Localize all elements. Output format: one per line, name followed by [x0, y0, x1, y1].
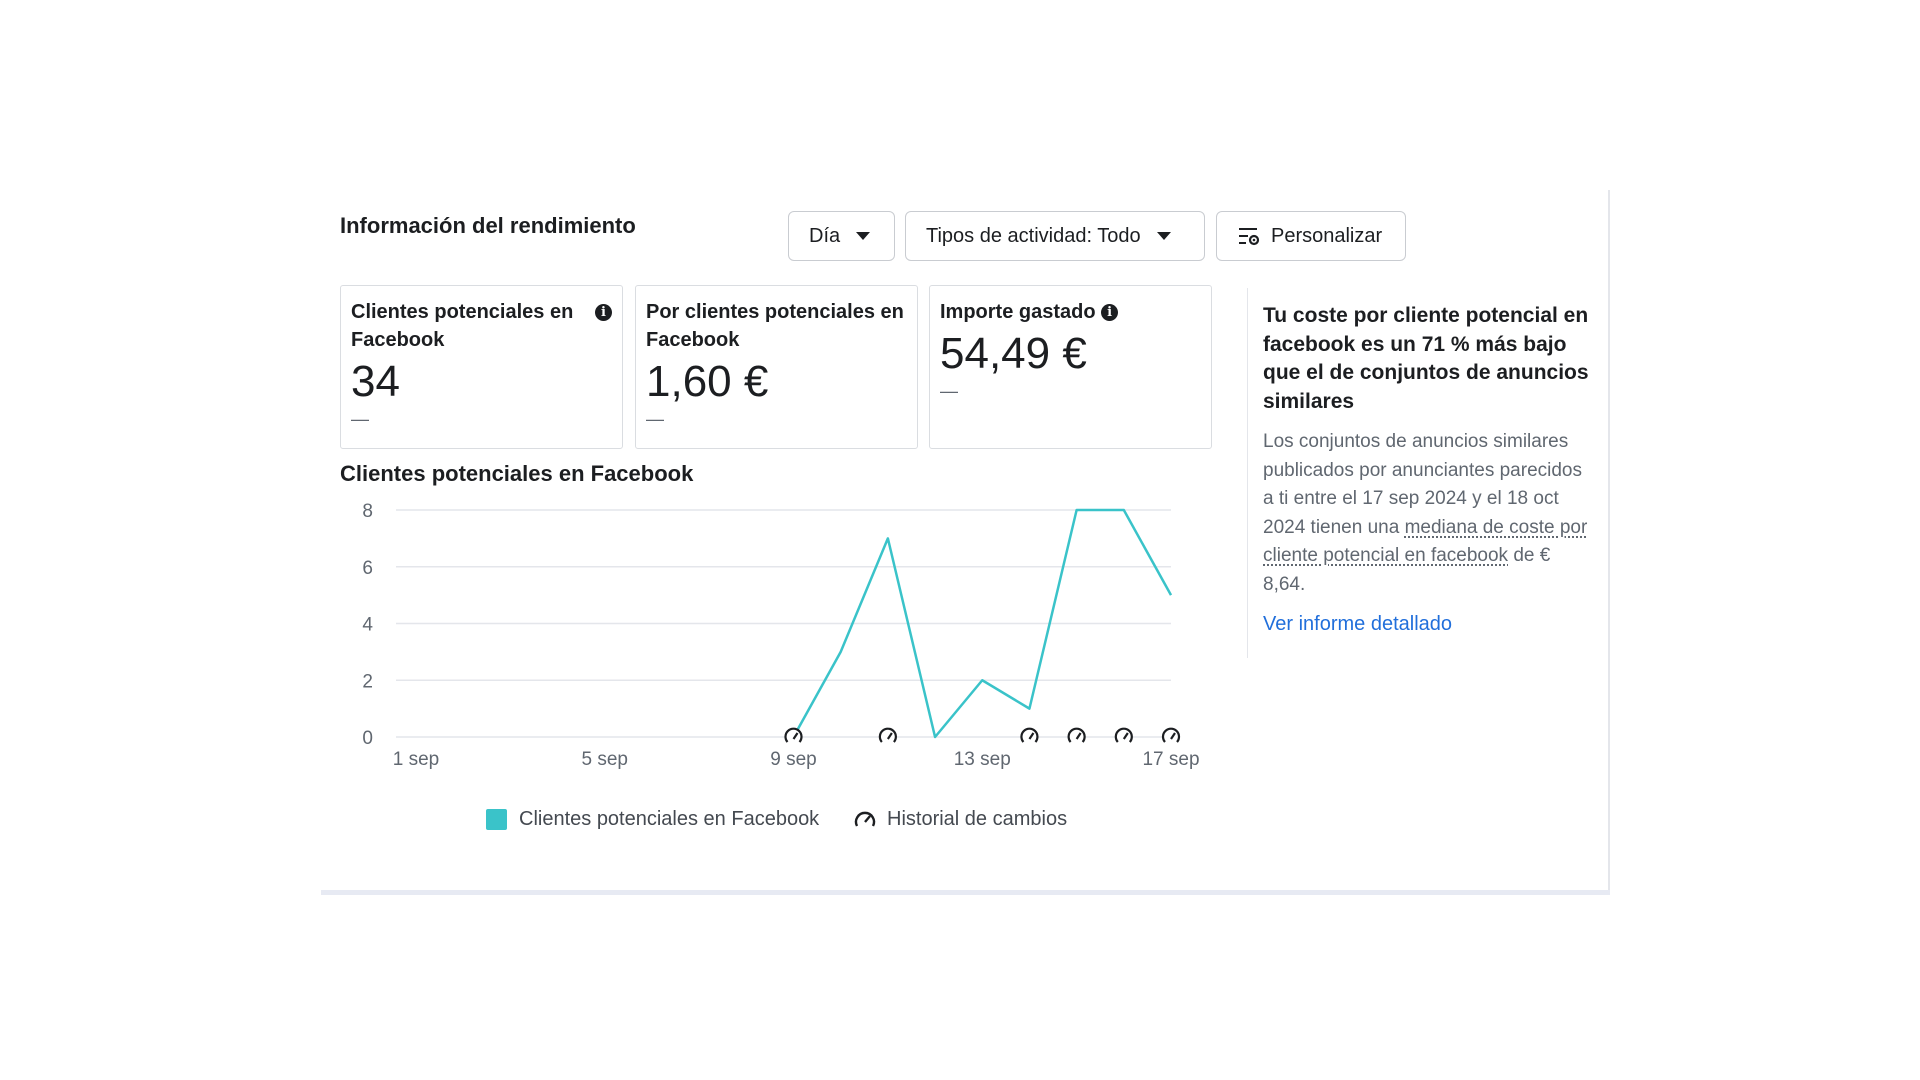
metric-value: 1,60 € [646, 357, 769, 406]
legend-label: Clientes potenciales en Facebook [519, 808, 820, 830]
gauge-icon [854, 811, 876, 827]
x-tick-label: 17 sep [1142, 749, 1199, 770]
vertical-divider [1247, 288, 1248, 658]
performance-panel: Información del rendimiento Día Tipos de… [321, 190, 1610, 894]
day-dropdown-label: Día [809, 224, 841, 247]
metric-label: Importe gastado i [940, 298, 1201, 326]
panel-title: Información del rendimiento [340, 213, 636, 238]
insight-headline: Tu coste por cliente potencial en facebo… [1263, 304, 1589, 413]
panel-bottom-border [321, 890, 1610, 895]
y-tick-label: 2 [362, 671, 373, 692]
x-tick-label: 1 sep [393, 749, 439, 770]
legend-label: Historial de cambios [887, 808, 1068, 830]
change-history-marker [878, 727, 897, 746]
metric-card-leads[interactable]: i Clientes potenciales en Facebook 34 — [340, 285, 623, 449]
change-history-marker [1114, 727, 1133, 746]
y-tick-label: 6 [362, 558, 373, 579]
activity-type-label: Tipos de actividad: Todo [926, 224, 1141, 247]
y-tick-label: 0 [362, 728, 373, 749]
detailed-report-link[interactable]: Ver informe detallado [1263, 613, 1593, 636]
leads-line-chart: 0 2 4 6 8 1 sep 5 sep 9 sep 13 sep 17 sep [362, 501, 1199, 770]
change-history-marker [1161, 727, 1181, 746]
chevron-down-icon [1156, 232, 1171, 240]
x-tick-label: 5 sep [582, 749, 628, 770]
change-history-marker [1067, 727, 1086, 746]
customize-button[interactable]: Personalizar [1216, 211, 1406, 261]
x-tick-label: 13 sep [954, 749, 1011, 770]
metric-card-amount-spent[interactable]: Importe gastado i 54,49 € — [929, 285, 1212, 449]
series-swatch [486, 809, 507, 830]
info-icon[interactable]: i [1101, 301, 1119, 323]
metric-change: — [351, 409, 369, 429]
metric-label: i Clientes potenciales en Facebook [351, 298, 612, 354]
metric-value: 34 [351, 357, 400, 406]
chart-title: Clientes potenciales en Facebook [340, 461, 694, 486]
metric-value: 54,49 € [940, 329, 1087, 378]
customize-settings-icon [1239, 228, 1260, 246]
insight-body: Los conjuntos de anuncios similares publ… [1263, 431, 1588, 595]
day-dropdown[interactable]: Día [788, 211, 895, 261]
metric-change: — [940, 381, 958, 401]
info-icon[interactable]: i [595, 298, 612, 326]
metric-change: — [646, 409, 664, 429]
insight-panel: Tu coste por cliente potencial en facebo… [1263, 302, 1593, 636]
metric-label: Por clientes potenciales en Facebook [646, 301, 904, 351]
chevron-down-icon [856, 232, 871, 240]
x-tick-label: 9 sep [770, 749, 816, 770]
activity-type-dropdown[interactable]: Tipos de actividad: Todo [905, 211, 1205, 261]
legend-item-leads[interactable]: Clientes potenciales en Facebook [486, 808, 819, 831]
y-tick-label: 4 [362, 615, 373, 636]
y-tick-label: 8 [362, 501, 373, 522]
legend-item-change-history[interactable]: Historial de cambios [853, 808, 1067, 831]
metric-card-cost-per-lead[interactable]: Por clientes potenciales en Facebook 1,6… [635, 285, 918, 449]
customize-label: Personalizar [1271, 224, 1383, 247]
change-history-marker [1020, 727, 1039, 746]
change-history-marker [784, 727, 803, 746]
